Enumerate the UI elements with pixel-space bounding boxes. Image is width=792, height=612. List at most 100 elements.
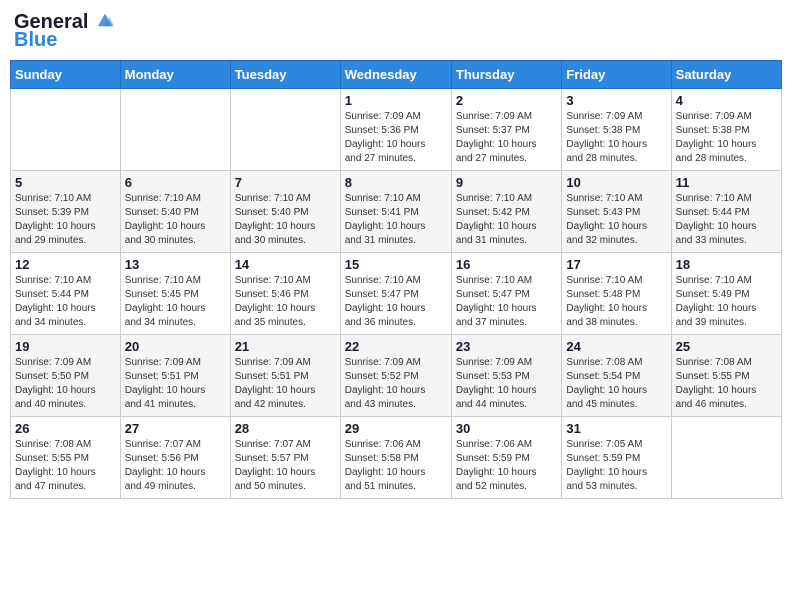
day-number: 29 xyxy=(345,421,447,436)
cell-content: Sunrise: 7:10 AM Sunset: 5:47 PM Dayligh… xyxy=(456,274,557,330)
day-number: 18 xyxy=(676,257,777,272)
calendar-cell: 16 Sunrise: 7:10 AM Sunset: 5:47 PM Dayli… xyxy=(451,253,561,335)
calendar-cell: 23 Sunrise: 7:09 AM Sunset: 5:53 PM Dayli… xyxy=(451,335,561,417)
calendar-cell: 5 Sunrise: 7:10 AM Sunset: 5:39 PM Daylig… xyxy=(11,171,121,253)
weekday-header-monday: Monday xyxy=(120,61,230,89)
calendar-cell: 20 Sunrise: 7:09 AM Sunset: 5:51 PM Dayli… xyxy=(120,335,230,417)
day-number: 12 xyxy=(15,257,116,272)
calendar-cell xyxy=(11,89,121,171)
calendar-cell: 1 Sunrise: 7:09 AM Sunset: 5:36 PM Daylig… xyxy=(340,89,451,171)
logo: General Blue xyxy=(14,10,114,52)
day-number: 11 xyxy=(676,175,777,190)
calendar-cell: 18 Sunrise: 7:10 AM Sunset: 5:49 PM Dayli… xyxy=(671,253,781,335)
cell-content: Sunrise: 7:09 AM Sunset: 5:52 PM Dayligh… xyxy=(345,356,447,412)
day-number: 26 xyxy=(15,421,116,436)
cell-content: Sunrise: 7:10 AM Sunset: 5:45 PM Dayligh… xyxy=(125,274,226,330)
day-number: 7 xyxy=(235,175,336,190)
weekday-header-thursday: Thursday xyxy=(451,61,561,89)
week-row-2: 5 Sunrise: 7:10 AM Sunset: 5:39 PM Daylig… xyxy=(11,171,782,253)
cell-content: Sunrise: 7:09 AM Sunset: 5:37 PM Dayligh… xyxy=(456,110,557,166)
cell-content: Sunrise: 7:10 AM Sunset: 5:39 PM Dayligh… xyxy=(15,192,116,248)
cell-content: Sunrise: 7:09 AM Sunset: 5:51 PM Dayligh… xyxy=(125,356,226,412)
cell-content: Sunrise: 7:08 AM Sunset: 5:55 PM Dayligh… xyxy=(15,438,116,494)
calendar-cell: 12Sunrise: 7:10 AM Sunset: 5:44 PM Dayli… xyxy=(11,253,121,335)
weekday-header-wednesday: Wednesday xyxy=(340,61,451,89)
cell-content: Sunrise: 7:10 AM Sunset: 5:44 PM Dayligh… xyxy=(676,192,777,248)
cell-content: Sunrise: 7:10 AM Sunset: 5:47 PM Dayligh… xyxy=(345,274,447,330)
day-number: 19 xyxy=(15,339,116,354)
day-number: 14 xyxy=(235,257,336,272)
weekday-header-friday: Friday xyxy=(562,61,671,89)
calendar-cell: 29 Sunrise: 7:06 AM Sunset: 5:58 PM Dayli… xyxy=(340,417,451,499)
day-number: 21 xyxy=(235,339,336,354)
calendar-cell: 6Sunrise: 7:10 AM Sunset: 5:40 PM Daylig… xyxy=(120,171,230,253)
cell-content: Sunrise: 7:10 AM Sunset: 5:49 PM Dayligh… xyxy=(676,274,777,330)
cell-content: Sunrise: 7:09 AM Sunset: 5:53 PM Dayligh… xyxy=(456,356,557,412)
cell-content: Sunrise: 7:08 AM Sunset: 5:55 PM Dayligh… xyxy=(676,356,777,412)
day-number: 25 xyxy=(676,339,777,354)
day-number: 3 xyxy=(566,93,666,108)
week-row-5: 26 Sunrise: 7:08 AM Sunset: 5:55 PM Dayli… xyxy=(11,417,782,499)
day-number: 8 xyxy=(345,175,447,190)
cell-content: Sunrise: 7:06 AM Sunset: 5:58 PM Dayligh… xyxy=(345,438,447,494)
week-row-4: 19 Sunrise: 7:09 AM Sunset: 5:50 PM Dayli… xyxy=(11,335,782,417)
calendar-cell: 21 Sunrise: 7:09 AM Sunset: 5:51 PM Dayli… xyxy=(230,335,340,417)
day-number: 23 xyxy=(456,339,557,354)
day-number: 30 xyxy=(456,421,557,436)
cell-content: Sunrise: 7:08 AM Sunset: 5:54 PM Dayligh… xyxy=(566,356,666,412)
calendar-cell: 22 Sunrise: 7:09 AM Sunset: 5:52 PM Dayli… xyxy=(340,335,451,417)
calendar-cell: 2Sunrise: 7:09 AM Sunset: 5:37 PM Daylig… xyxy=(451,89,561,171)
day-number: 6 xyxy=(125,175,226,190)
calendar-cell: 30 Sunrise: 7:06 AM Sunset: 5:59 PM Dayli… xyxy=(451,417,561,499)
cell-content: Sunrise: 7:10 AM Sunset: 5:41 PM Dayligh… xyxy=(345,192,447,248)
day-number: 27 xyxy=(125,421,226,436)
page-header: General Blue xyxy=(10,10,782,52)
cell-content: Sunrise: 7:07 AM Sunset: 5:56 PM Dayligh… xyxy=(125,438,226,494)
calendar-cell: 13 Sunrise: 7:10 AM Sunset: 5:45 PM Dayli… xyxy=(120,253,230,335)
week-row-1: 1 Sunrise: 7:09 AM Sunset: 5:36 PM Daylig… xyxy=(11,89,782,171)
calendar-cell: 28Sunrise: 7:07 AM Sunset: 5:57 PM Dayli… xyxy=(230,417,340,499)
day-number: 13 xyxy=(125,257,226,272)
day-number: 15 xyxy=(345,257,447,272)
day-number: 22 xyxy=(345,339,447,354)
calendar-cell: 14 Sunrise: 7:10 AM Sunset: 5:46 PM Dayli… xyxy=(230,253,340,335)
cell-content: Sunrise: 7:05 AM Sunset: 5:59 PM Dayligh… xyxy=(566,438,666,494)
weekday-header-sunday: Sunday xyxy=(11,61,121,89)
cell-content: Sunrise: 7:07 AM Sunset: 5:57 PM Dayligh… xyxy=(235,438,336,494)
calendar-cell: 17 Sunrise: 7:10 AM Sunset: 5:48 PM Dayli… xyxy=(562,253,671,335)
calendar-table: SundayMondayTuesdayWednesdayThursdayFrid… xyxy=(10,60,782,499)
cell-content: Sunrise: 7:10 AM Sunset: 5:46 PM Dayligh… xyxy=(235,274,336,330)
cell-content: Sunrise: 7:10 AM Sunset: 5:40 PM Dayligh… xyxy=(235,192,336,248)
calendar-cell xyxy=(230,89,340,171)
cell-content: Sunrise: 7:06 AM Sunset: 5:59 PM Dayligh… xyxy=(456,438,557,494)
day-number: 17 xyxy=(566,257,666,272)
cell-content: Sunrise: 7:09 AM Sunset: 5:38 PM Dayligh… xyxy=(566,110,666,166)
logo-icon xyxy=(96,10,114,28)
cell-content: Sunrise: 7:09 AM Sunset: 5:51 PM Dayligh… xyxy=(235,356,336,412)
day-number: 9 xyxy=(456,175,557,190)
weekday-header-tuesday: Tuesday xyxy=(230,61,340,89)
calendar-cell: 11 Sunrise: 7:10 AM Sunset: 5:44 PM Dayli… xyxy=(671,171,781,253)
cell-content: Sunrise: 7:09 AM Sunset: 5:38 PM Dayligh… xyxy=(676,110,777,166)
calendar-cell: 27 Sunrise: 7:07 AM Sunset: 5:56 PM Dayli… xyxy=(120,417,230,499)
calendar-cell xyxy=(671,417,781,499)
calendar-cell: 3 Sunrise: 7:09 AM Sunset: 5:38 PM Daylig… xyxy=(562,89,671,171)
calendar-cell: 9 Sunrise: 7:10 AM Sunset: 5:42 PM Daylig… xyxy=(451,171,561,253)
cell-content: Sunrise: 7:09 AM Sunset: 5:36 PM Dayligh… xyxy=(345,110,447,166)
calendar-cell xyxy=(120,89,230,171)
calendar-cell: 24Sunrise: 7:08 AM Sunset: 5:54 PM Dayli… xyxy=(562,335,671,417)
calendar-cell: 8 Sunrise: 7:10 AM Sunset: 5:41 PM Daylig… xyxy=(340,171,451,253)
day-number: 31 xyxy=(566,421,666,436)
cell-content: Sunrise: 7:10 AM Sunset: 5:48 PM Dayligh… xyxy=(566,274,666,330)
weekday-header-saturday: Saturday xyxy=(671,61,781,89)
day-number: 4 xyxy=(676,93,777,108)
day-number: 20 xyxy=(125,339,226,354)
day-number: 1 xyxy=(345,93,447,108)
cell-content: Sunrise: 7:10 AM Sunset: 5:42 PM Dayligh… xyxy=(456,192,557,248)
weekday-header-row: SundayMondayTuesdayWednesdayThursdayFrid… xyxy=(11,61,782,89)
day-number: 5 xyxy=(15,175,116,190)
calendar-cell: 10Sunrise: 7:10 AM Sunset: 5:43 PM Dayli… xyxy=(562,171,671,253)
day-number: 16 xyxy=(456,257,557,272)
calendar-cell: 26 Sunrise: 7:08 AM Sunset: 5:55 PM Dayli… xyxy=(11,417,121,499)
cell-content: Sunrise: 7:09 AM Sunset: 5:50 PM Dayligh… xyxy=(15,356,116,412)
